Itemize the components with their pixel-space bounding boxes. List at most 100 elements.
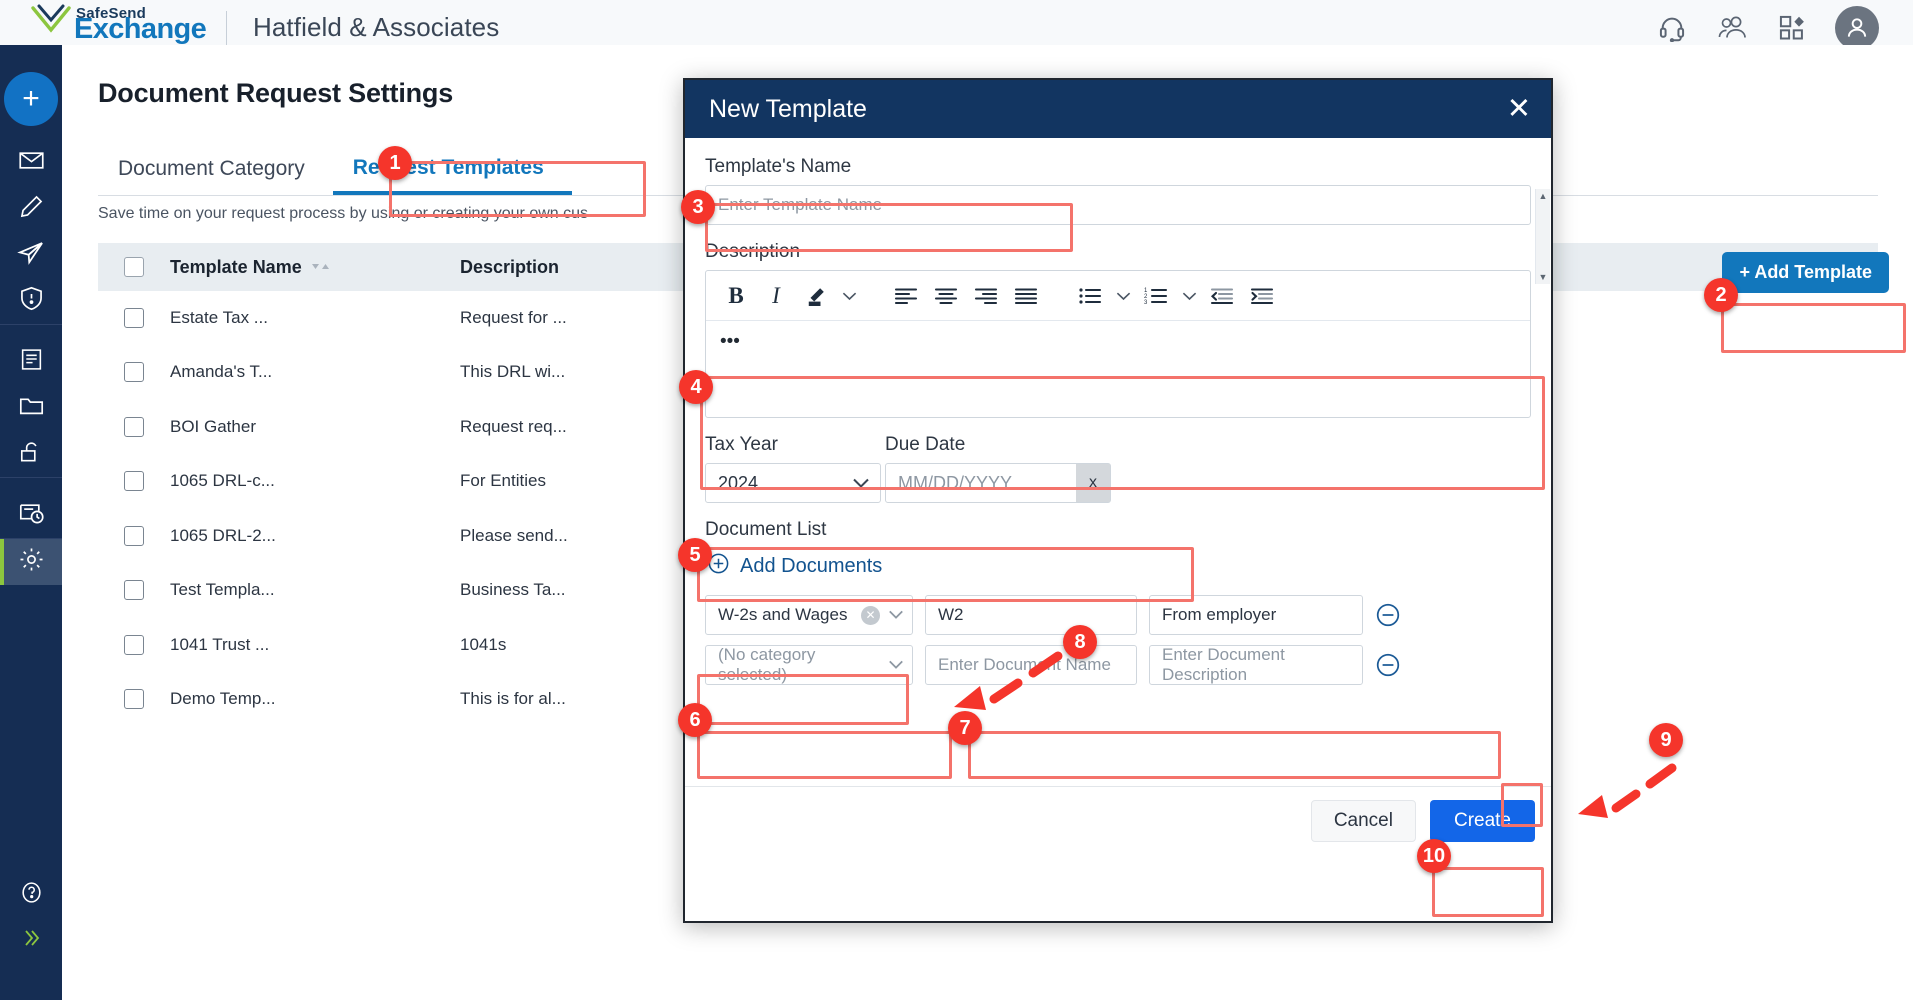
select-all-checkbox[interactable] [124,257,144,277]
select-all-checkbox-cell[interactable] [98,257,170,277]
add-template-button[interactable]: + Add Template [1722,252,1889,293]
align-left-icon[interactable] [886,276,926,316]
document-name-input[interactable]: W2 [925,595,1137,635]
page-title: Document Request Settings [98,78,453,109]
row-checkbox[interactable] [124,635,144,655]
tab-request-templates[interactable]: Request Templates [333,156,572,195]
row-checkbox-cell[interactable] [98,362,170,382]
chevron-down-icon [888,655,904,675]
minus-circle-icon[interactable] [1375,652,1401,678]
document-description-input[interactable]: Enter Document Description [1149,645,1363,685]
annotation-badge-3: 3 [681,190,715,224]
annotation-badge-9: 9 [1649,723,1683,757]
sidebar-item-folders[interactable] [0,385,62,431]
user-avatar-icon[interactable] [1835,6,1879,50]
sidebar-item-send[interactable] [0,232,62,278]
sidebar-item-envelope[interactable] [0,140,62,186]
rail-add-button[interactable]: + [4,72,58,126]
row-checkbox-cell[interactable] [98,580,170,600]
sort-arrows-icon[interactable] [310,261,332,273]
row-checkbox[interactable] [124,689,144,709]
row-checkbox-cell[interactable] [98,526,170,546]
outdent-icon[interactable] [1202,276,1242,316]
bold-icon[interactable]: B [716,276,756,316]
tab-document-category[interactable]: Document Category [98,157,333,195]
bullet-list-icon[interactable] [1070,276,1110,316]
document-category-select[interactable]: W-2s and Wages ✕ [705,595,913,635]
sidebar-item-documents[interactable] [0,339,62,385]
italic-icon[interactable]: I [756,276,796,316]
due-date-field[interactable]: MM/DD/YYYY x [885,463,1111,503]
description-editor: B I [705,270,1531,418]
annotation-badge-10: 10 [1417,839,1451,873]
row-checkbox-cell[interactable] [98,471,170,491]
row-checkbox[interactable] [124,362,144,382]
safesend-logo[interactable]: SafeSend Exchange [28,8,198,48]
row-checkbox[interactable] [124,308,144,328]
document-category-value: W-2s and Wages [718,605,847,625]
pencil-icon [18,193,45,225]
sidebar-item-edit[interactable] [0,186,62,232]
due-date-clear-button[interactable]: x [1076,464,1110,502]
indent-icon[interactable] [1242,276,1282,316]
tax-year-select[interactable]: 2024 [705,463,881,503]
row-checkbox[interactable] [124,471,144,491]
column-header-template-name[interactable]: Template Name [170,257,460,278]
annotation-badge-5: 5 [678,538,712,572]
align-center-icon[interactable] [926,276,966,316]
bullet-list-chevron-down-icon[interactable] [1110,291,1136,301]
create-button[interactable]: Create [1430,800,1535,842]
document-name-input[interactable]: Enter Document Name [925,645,1137,685]
template-name-input[interactable] [705,185,1531,225]
brand-area: SafeSend Exchange Hatfield & Associates [0,8,499,48]
sidebar-item-help[interactable] [0,872,62,918]
editor-scrollbar[interactable]: ▲ ▼ [1535,189,1550,284]
minus-circle-icon[interactable] [1375,602,1401,628]
row-checkbox-cell[interactable] [98,635,170,655]
left-nav-rail: + [0,45,62,1000]
cancel-button[interactable]: Cancel [1311,800,1416,842]
highlight-chevron-down-icon[interactable] [836,291,862,301]
cell-template-name: BOI Gather [170,417,460,437]
question-circle-icon [19,880,44,910]
highlight-icon[interactable] [796,276,836,316]
document-category-select[interactable]: (No category selected) [705,645,913,685]
headset-icon[interactable] [1655,11,1689,45]
apps-icon[interactable] [1775,11,1809,45]
row-checkbox-cell[interactable] [98,417,170,437]
tax-year-group: Tax Year 2024 [705,434,885,503]
add-documents-button[interactable]: Add Documents [705,548,884,585]
row-checkbox[interactable] [124,417,144,437]
clear-category-icon[interactable]: ✕ [861,606,880,625]
document-description-input[interactable]: From employer [1149,595,1363,635]
cell-template-name: Demo Temp... [170,689,460,709]
tax-year-due-date-row: Tax Year 2024 Due Date MM/DD/YYYY x [705,434,1531,503]
add-documents-label: Add Documents [740,555,882,578]
chevron-down-icon [888,605,904,625]
sidebar-item-unlock[interactable] [0,431,62,477]
firm-name: Hatfield & Associates [253,12,499,43]
sidebar-item-settings[interactable] [0,539,62,585]
logo-exchange-text: Exchange [74,13,206,46]
row-checkbox[interactable] [124,526,144,546]
cell-template-name: Estate Tax ... [170,308,460,328]
sidebar-expand-button[interactable] [0,918,62,964]
align-right-icon[interactable] [966,276,1006,316]
editor-scroll-up-icon[interactable]: ▲ [1539,189,1548,203]
annotation-badge-2: 2 [1704,278,1738,312]
row-checkbox-cell[interactable] [98,689,170,709]
document-row: (No category selected) Enter Document Na… [705,645,1531,685]
sidebar-item-archive[interactable] [0,492,62,538]
row-checkbox-cell[interactable] [98,308,170,328]
editor-scroll-down-icon[interactable]: ▼ [1539,270,1548,284]
description-editor-area[interactable]: ••• [706,321,1530,417]
align-justify-icon[interactable] [1006,276,1046,316]
top-bar-actions [1655,6,1913,50]
numbered-list-chevron-down-icon[interactable] [1176,291,1202,301]
users-icon[interactable] [1715,11,1749,45]
close-icon[interactable]: ✕ [1507,95,1531,124]
row-checkbox[interactable] [124,580,144,600]
sidebar-item-alerts[interactable] [0,278,62,324]
annotation-badge-7: 7 [948,711,982,745]
numbered-list-icon[interactable]: 1 2 3 [1136,276,1176,316]
